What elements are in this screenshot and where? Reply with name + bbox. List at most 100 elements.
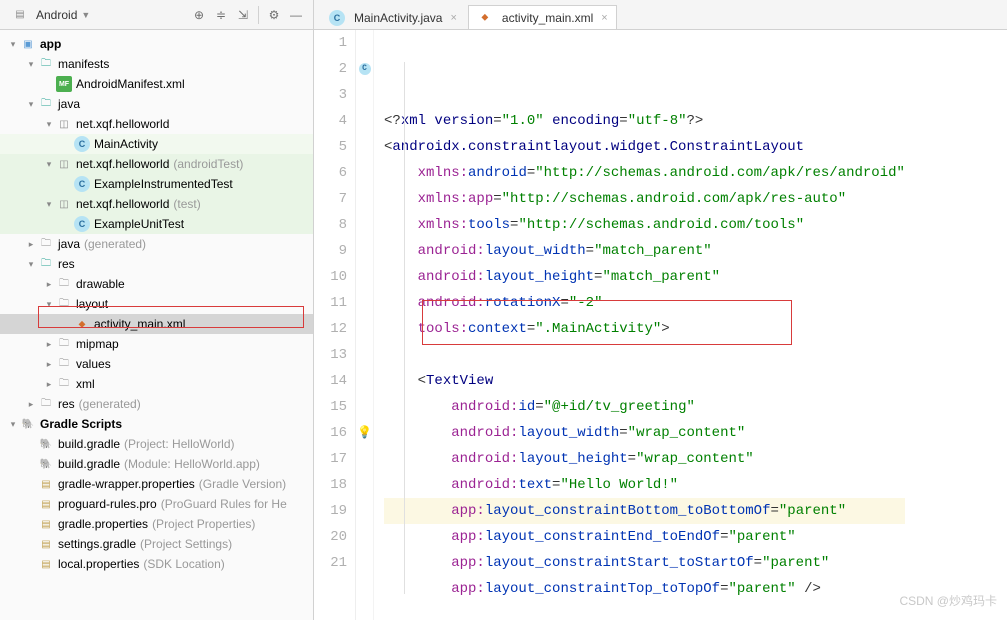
expand-arrow[interactable]: ▸ <box>24 239 38 250</box>
code-line[interactable]: app:layout_constraintTop_toTopOf="parent… <box>384 576 905 602</box>
line-number[interactable]: 15 <box>314 394 347 420</box>
tree-item[interactable]: 🐘build.gradle(Project: HelloWorld) <box>0 434 313 454</box>
close-icon[interactable]: × <box>601 12 607 24</box>
expand-icon[interactable]: ≑ <box>210 4 232 26</box>
expand-arrow[interactable]: ▾ <box>42 159 56 170</box>
line-number[interactable]: 14 <box>314 368 347 394</box>
line-number[interactable]: 9 <box>314 238 347 264</box>
expand-arrow[interactable]: ▾ <box>42 199 56 210</box>
line-number[interactable]: 4 <box>314 108 347 134</box>
line-number[interactable]: 19 <box>314 498 347 524</box>
project-view-dropdown[interactable]: ▤ Android ▼ <box>6 5 96 25</box>
tree-item[interactable]: CExampleUnitTest <box>0 214 313 234</box>
line-number[interactable]: 1 <box>314 30 347 56</box>
code-line[interactable]: android:layout_height="wrap_content" <box>384 446 905 472</box>
line-number[interactable]: 21 <box>314 550 347 576</box>
code-line[interactable] <box>384 602 905 620</box>
editor-tab[interactable]: ⬥activity_main.xml× <box>468 5 617 29</box>
expand-arrow[interactable]: ▸ <box>42 279 56 290</box>
code-line[interactable]: android:layout_height="match_parent" <box>384 264 905 290</box>
expand-arrow[interactable]: ▸ <box>42 359 56 370</box>
code-line[interactable]: xmlns:app="http://schemas.android.com/ap… <box>384 186 905 212</box>
lightbulb-icon[interactable]: 💡 <box>357 420 372 446</box>
code-line[interactable]: android:text="Hello World!" <box>384 472 905 498</box>
tree-item[interactable]: ⬥activity_main.xml <box>0 314 313 334</box>
code-line[interactable]: android:layout_width="match_parent" <box>384 238 905 264</box>
hide-icon[interactable]: — <box>285 4 307 26</box>
tree-item[interactable]: ▾◫net.xqf.helloworld(androidTest) <box>0 154 313 174</box>
code-line[interactable] <box>384 342 905 368</box>
line-number[interactable]: 16 <box>314 420 347 446</box>
line-number[interactable]: 20 <box>314 524 347 550</box>
tree-item[interactable]: ▾▣app <box>0 34 313 54</box>
line-number[interactable]: 17 <box>314 446 347 472</box>
code-line[interactable]: app:layout_constraintStart_toStartOf="pa… <box>384 550 905 576</box>
code-line[interactable]: xmlns:tools="http://schemas.android.com/… <box>384 212 905 238</box>
tree-item[interactable]: ▸🗀java(generated) <box>0 234 313 254</box>
expand-arrow[interactable]: ▸ <box>42 339 56 350</box>
line-number[interactable]: 6 <box>314 160 347 186</box>
project-tree[interactable]: ▾▣app▾🗀manifestsMFAndroidManifest.xml▾🗀j… <box>0 30 313 620</box>
code-line[interactable]: android:layout_width="wrap_content" <box>384 420 905 446</box>
line-number[interactable]: 12 <box>314 316 347 342</box>
code-line[interactable]: <androidx.constraintlayout.widget.Constr… <box>384 134 905 160</box>
code-line[interactable]: <TextView <box>384 368 905 394</box>
code-line[interactable]: xmlns:android="http://schemas.android.co… <box>384 160 905 186</box>
tree-item[interactable]: ▤local.properties(SDK Location) <box>0 554 313 574</box>
line-number[interactable]: 13 <box>314 342 347 368</box>
editor-tab[interactable]: CMainActivity.java× <box>320 5 466 29</box>
tree-item[interactable]: ▸🗀values <box>0 354 313 374</box>
tree-item[interactable]: ▾◫net.xqf.helloworld(test) <box>0 194 313 214</box>
expand-arrow[interactable]: ▾ <box>24 99 38 110</box>
expand-arrow[interactable]: ▾ <box>24 259 38 270</box>
expand-arrow[interactable]: ▾ <box>24 59 38 70</box>
tree-item[interactable]: CExampleInstrumentedTest <box>0 174 313 194</box>
tree-item[interactable]: MFAndroidManifest.xml <box>0 74 313 94</box>
code-content[interactable]: <?xml version="1.0" encoding="utf-8"?><a… <box>374 30 905 620</box>
tree-item[interactable]: ▾🗀layout <box>0 294 313 314</box>
code-line[interactable]: app:layout_constraintBottom_toBottomOf="… <box>384 498 905 524</box>
tree-hint: (Project: HelloWorld) <box>124 437 234 451</box>
tree-item[interactable]: 🐘build.gradle(Module: HelloWorld.app) <box>0 454 313 474</box>
line-gutter[interactable]: 123456789101112131415161718192021 <box>314 30 356 620</box>
code-area[interactable]: 123456789101112131415161718192021 C💡 <?x… <box>314 30 1007 620</box>
line-number[interactable]: 3 <box>314 82 347 108</box>
tree-item[interactable]: ▾🗀java <box>0 94 313 114</box>
tree-item[interactable]: ▤gradle.properties(Project Properties) <box>0 514 313 534</box>
tree-item[interactable]: ▾◫net.xqf.helloworld <box>0 114 313 134</box>
tree-item[interactable]: ▤gradle-wrapper.properties(Gradle Versio… <box>0 474 313 494</box>
line-number[interactable]: 8 <box>314 212 347 238</box>
line-number[interactable]: 11 <box>314 290 347 316</box>
close-icon[interactable]: × <box>450 12 456 24</box>
tree-item[interactable]: ▾🗀res <box>0 254 313 274</box>
tree-item[interactable]: ▸🗀xml <box>0 374 313 394</box>
expand-arrow[interactable]: ▾ <box>6 39 20 50</box>
tree-item[interactable]: ▾🐘Gradle Scripts <box>0 414 313 434</box>
tree-label: net.xqf.helloworld <box>76 117 169 131</box>
tree-item[interactable]: ▸🗀mipmap <box>0 334 313 354</box>
tree-item[interactable]: ▾🗀manifests <box>0 54 313 74</box>
expand-arrow[interactable]: ▸ <box>42 379 56 390</box>
code-line[interactable]: android:rotationX="-2" <box>384 290 905 316</box>
code-line[interactable]: tools:context=".MainActivity"> <box>384 316 905 342</box>
line-number[interactable]: 5 <box>314 134 347 160</box>
expand-arrow[interactable]: ▾ <box>6 419 20 430</box>
line-number[interactable]: 10 <box>314 264 347 290</box>
tree-item[interactable]: ▤settings.gradle(Project Settings) <box>0 534 313 554</box>
line-number[interactable]: 2 <box>314 56 347 82</box>
collapse-icon[interactable]: ⇲ <box>232 4 254 26</box>
line-number[interactable]: 7 <box>314 186 347 212</box>
tree-item[interactable]: ▸🗀drawable <box>0 274 313 294</box>
expand-arrow[interactable]: ▾ <box>42 119 56 130</box>
tree-item[interactable]: CMainActivity <box>0 134 313 154</box>
code-line[interactable]: <?xml version="1.0" encoding="utf-8"?> <box>384 108 905 134</box>
code-line[interactable]: android:id="@+id/tv_greeting" <box>384 394 905 420</box>
line-number[interactable]: 18 <box>314 472 347 498</box>
locate-icon[interactable]: ⊕ <box>188 4 210 26</box>
expand-arrow[interactable]: ▸ <box>24 399 38 410</box>
tree-item[interactable]: ▸🗀res(generated) <box>0 394 313 414</box>
gear-icon[interactable]: ⚙ <box>263 4 285 26</box>
tree-item[interactable]: ▤proguard-rules.pro(ProGuard Rules for H… <box>0 494 313 514</box>
expand-arrow[interactable]: ▾ <box>42 299 56 310</box>
code-line[interactable]: app:layout_constraintEnd_toEndOf="parent… <box>384 524 905 550</box>
